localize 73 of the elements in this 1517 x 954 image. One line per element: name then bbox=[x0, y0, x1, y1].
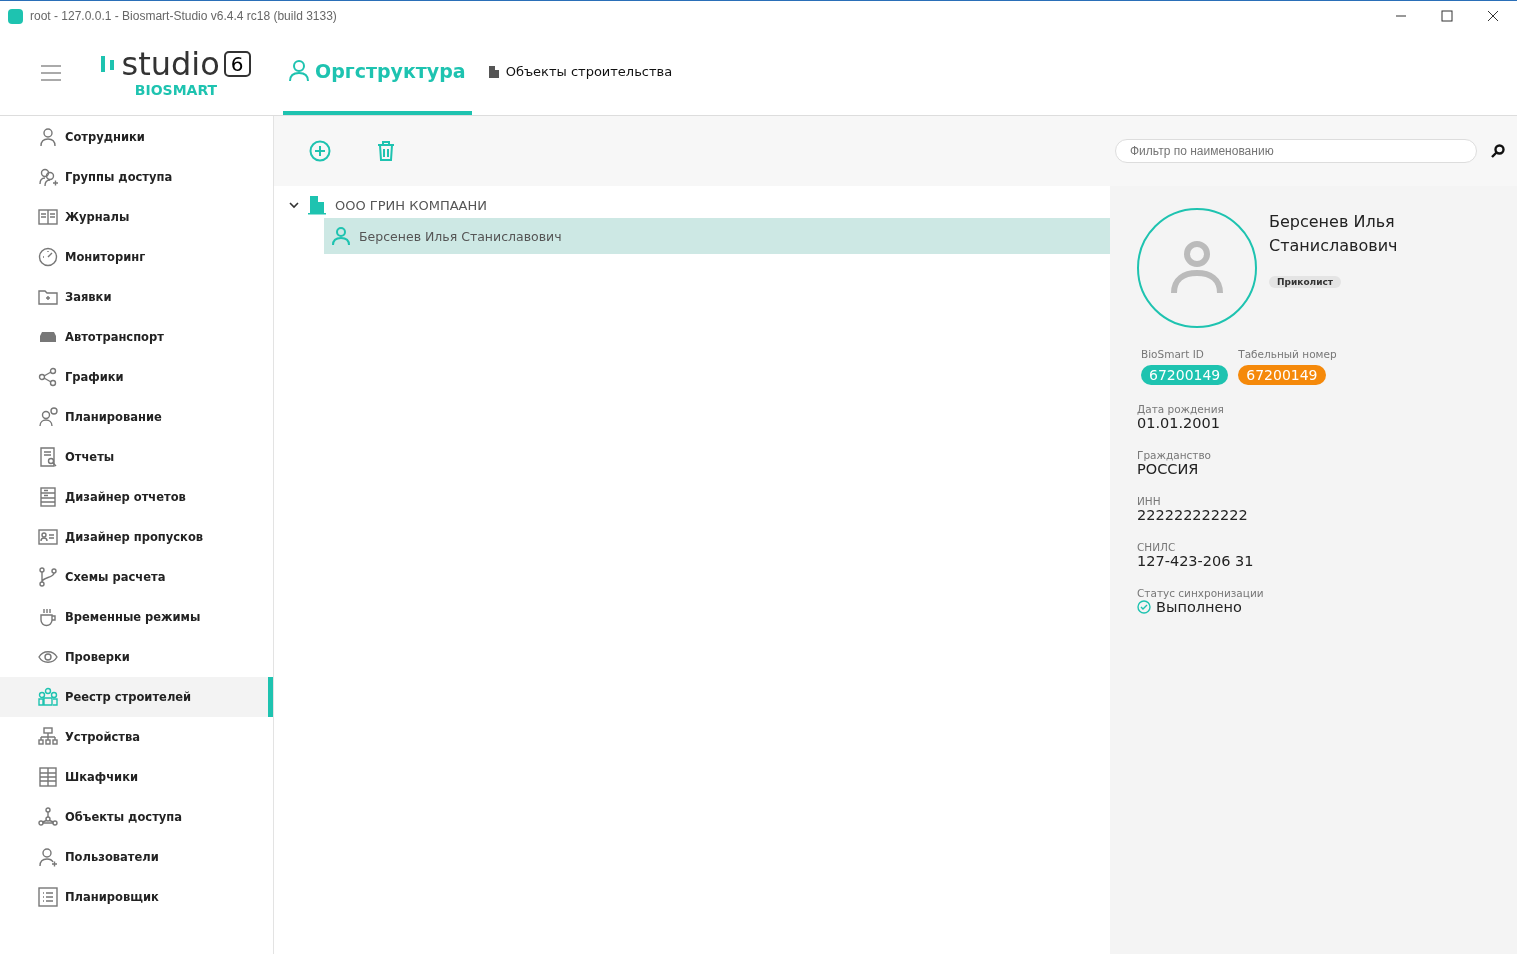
sidebar-item[interactable]: Сотрудники bbox=[0, 117, 273, 157]
sidebar-item[interactable]: Устройства bbox=[0, 717, 273, 757]
sidebar-item[interactable]: Графики bbox=[0, 357, 273, 397]
building-icon bbox=[308, 195, 326, 215]
workers-icon bbox=[38, 687, 58, 707]
window-title: root - 127.0.0.1 - Biosmart-Studio v6.4.4 rc18 (build 3133) bbox=[30, 9, 337, 23]
sidebar-item[interactable]: Отчеты bbox=[0, 437, 273, 477]
sidebar-item[interactable]: Мониторинг bbox=[0, 237, 273, 277]
sidebar-item[interactable]: Шкафчики bbox=[0, 757, 273, 797]
sidebar-item[interactable]: Пользователи bbox=[0, 837, 273, 877]
sidebar-item[interactable]: Автотранспорт bbox=[0, 317, 273, 357]
sidebar-item[interactable]: Временные режимы bbox=[0, 597, 273, 637]
branch-icon bbox=[38, 567, 58, 587]
folder-plus-icon bbox=[38, 287, 58, 307]
field-label: Табельный номер bbox=[1238, 348, 1337, 360]
maximize-icon[interactable] bbox=[1441, 10, 1453, 22]
check-circle-icon bbox=[1137, 600, 1151, 614]
field-label: Гражданство bbox=[1137, 449, 1212, 461]
sidebar-item[interactable]: Схемы расчета bbox=[0, 557, 273, 597]
cup-icon bbox=[38, 607, 58, 627]
field-value: 222222222222 bbox=[1137, 507, 1248, 523]
cabinet-icon bbox=[38, 487, 58, 507]
id-chip: 67200149 bbox=[1238, 365, 1326, 385]
gauge-icon bbox=[38, 247, 58, 267]
person-silhouette-icon bbox=[1171, 241, 1223, 295]
nodes-icon bbox=[38, 807, 58, 827]
building-icon bbox=[487, 64, 500, 78]
sidebar-item[interactable]: Дизайнер отчетов bbox=[0, 477, 273, 517]
person-name: Берсенев Илья Станиславович bbox=[1269, 211, 1399, 257]
field-value: Выполнено bbox=[1156, 599, 1242, 615]
sidebar-item[interactable]: Планировщик bbox=[0, 877, 273, 917]
person-clock-icon bbox=[38, 407, 58, 427]
share-nodes-icon bbox=[38, 367, 58, 387]
chevron-icon[interactable] bbox=[289, 201, 299, 209]
filter-field[interactable]: Фильтр по наименованию bbox=[1115, 139, 1477, 163]
field-label: BioSmart ID bbox=[1141, 348, 1204, 360]
logo-version: 6 bbox=[223, 51, 251, 77]
tree-node[interactable]: ООО ГРИН КОМПААНИ bbox=[274, 192, 1110, 218]
sidebar-item[interactable]: Дизайнер пропусков bbox=[0, 517, 273, 557]
field-label: ИНН bbox=[1137, 495, 1161, 507]
person-plus-icon bbox=[38, 847, 58, 867]
id-chip: 67200149 bbox=[1141, 365, 1229, 385]
sidebar-item[interactable]: Заявки bbox=[0, 277, 273, 317]
sidebar-item[interactable]: Проверки bbox=[0, 637, 273, 677]
sidebar-item[interactable]: Объекты доступа bbox=[0, 797, 273, 837]
tree-node[interactable]: Берсенев Илья Станиславович bbox=[324, 218, 1110, 254]
sidebar-item[interactable]: Реестр строителей bbox=[0, 677, 273, 717]
search-icon[interactable] bbox=[1491, 144, 1505, 158]
list-icon bbox=[38, 887, 58, 907]
id-card-icon bbox=[38, 527, 58, 547]
logo-text: studio bbox=[121, 48, 220, 80]
sidebar-item[interactable]: Журналы bbox=[0, 197, 273, 237]
tab[interactable]: Объекты строительства bbox=[481, 31, 679, 115]
people-plus-icon bbox=[38, 167, 58, 187]
app-icon bbox=[8, 8, 23, 24]
field-label: Дата рождения bbox=[1137, 403, 1224, 415]
field-label: Статус синхронизации bbox=[1137, 587, 1264, 599]
field-value: 127-423-206 31 bbox=[1137, 553, 1254, 569]
tag: Приколист bbox=[1269, 276, 1342, 288]
person-icon bbox=[38, 127, 58, 147]
grid-icon bbox=[38, 767, 58, 787]
person-icon bbox=[332, 227, 350, 245]
field-value: 01.01.2001 bbox=[1137, 415, 1221, 431]
sidebar-item[interactable]: Группы доступа bbox=[0, 157, 273, 197]
sidebar-item[interactable]: Планирование bbox=[0, 397, 273, 437]
person-icon bbox=[289, 60, 309, 82]
field-value: РОССИЯ bbox=[1137, 461, 1199, 477]
book-icon bbox=[38, 207, 58, 227]
hierarchy-icon bbox=[38, 727, 58, 747]
report-search-icon bbox=[38, 447, 58, 467]
close-icon[interactable] bbox=[1487, 10, 1499, 22]
logo-brand: BIOSMART bbox=[134, 82, 218, 98]
field-label: СНИЛС bbox=[1137, 541, 1176, 553]
